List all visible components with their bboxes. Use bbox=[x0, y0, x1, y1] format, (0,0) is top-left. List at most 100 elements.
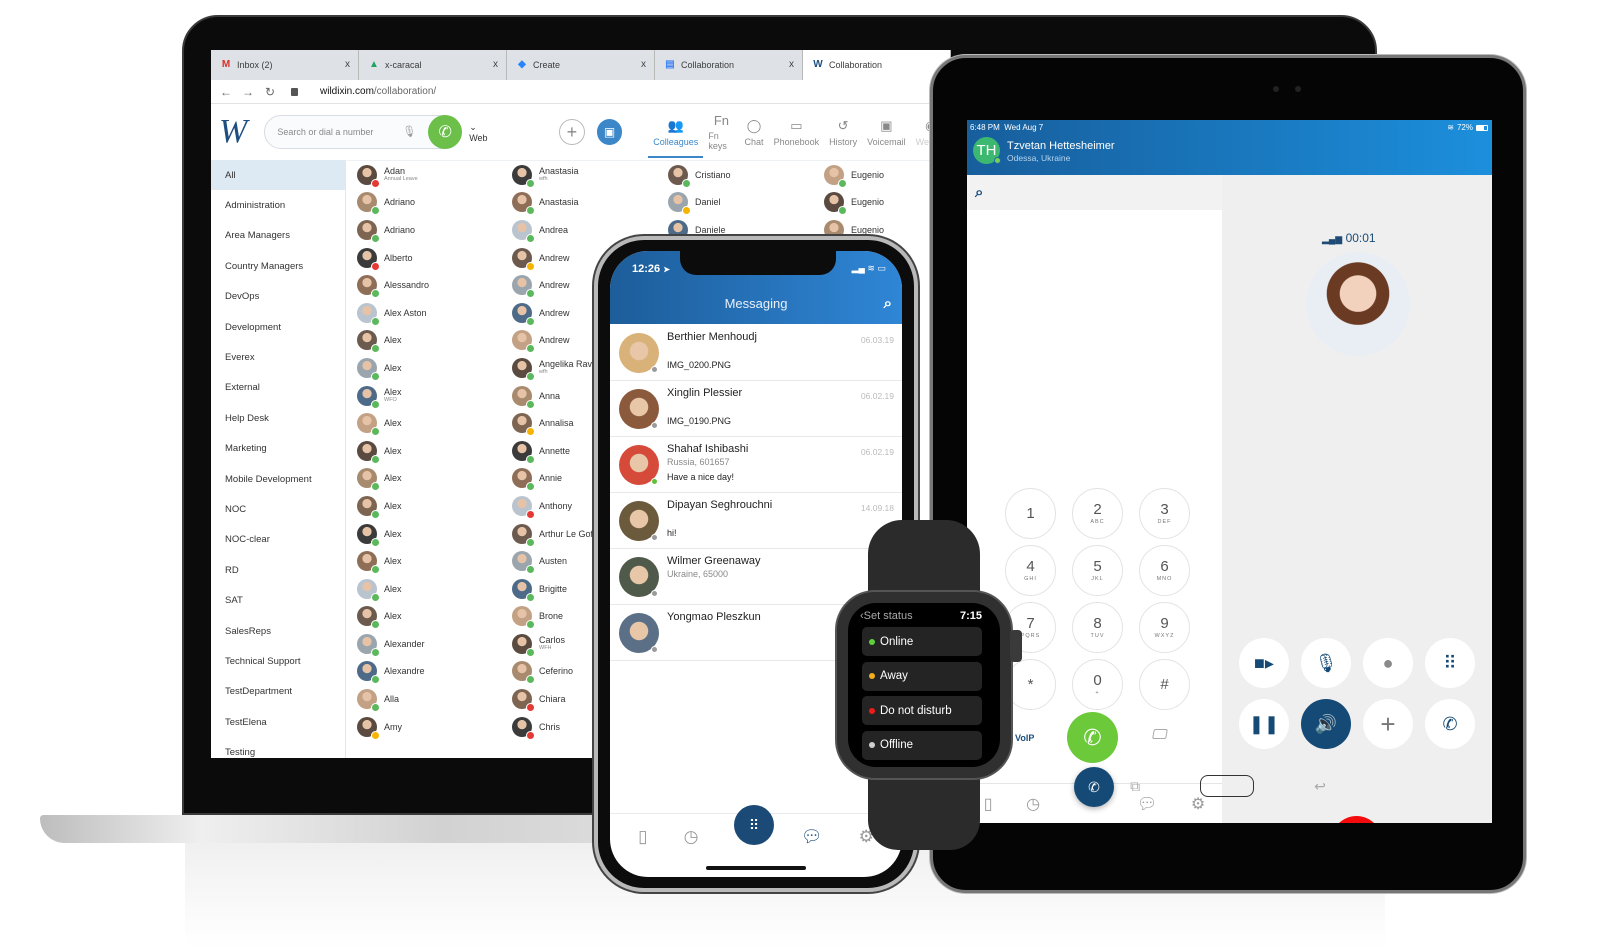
reload-icon[interactable]: ↻ bbox=[263, 85, 277, 99]
sidebar-item-area-managers[interactable]: Area Managers bbox=[211, 221, 345, 251]
sidebar-item-administration[interactable]: Administration bbox=[211, 190, 345, 220]
colleague-item[interactable]: Anastasia wfh bbox=[502, 161, 657, 189]
hangup-button[interactable]: ☎ bbox=[1331, 816, 1382, 823]
nav-tab-history[interactable]: ↺ History bbox=[824, 104, 862, 160]
url-field[interactable]: wildixin.com/collaboration/ bbox=[320, 86, 436, 97]
status-option-offline[interactable]: Offline bbox=[862, 730, 982, 760]
mute-button[interactable]: 🎙 bbox=[1301, 638, 1351, 688]
line-selector[interactable]: VoIP bbox=[1015, 733, 1034, 743]
sidebar-item-marketing[interactable]: Marketing bbox=[211, 434, 345, 464]
back-icon[interactable]: ← bbox=[219, 85, 233, 99]
status-option-online[interactable]: Online bbox=[862, 627, 982, 656]
colleague-item[interactable]: Alex bbox=[347, 354, 502, 382]
conference-button[interactable]: ▣ bbox=[596, 119, 623, 145]
nav-tab-phonebook[interactable]: ▭ Phonebook bbox=[769, 104, 825, 160]
backspace-icon[interactable] bbox=[1152, 729, 1168, 739]
sidebar-item-everex[interactable]: Everex bbox=[211, 342, 345, 372]
sidebar-item-country-managers[interactable]: Country Managers bbox=[211, 251, 345, 281]
transfer-button[interactable]: ✆ bbox=[1425, 699, 1475, 749]
sidebar-item-mobile-development[interactable]: Mobile Development bbox=[211, 464, 345, 494]
nav-tab-colleagues[interactable]: 👥 Colleagues bbox=[648, 104, 704, 160]
sidebar-item-testing[interactable]: Testing bbox=[211, 737, 345, 758]
sidebar-item-development[interactable]: Development bbox=[211, 312, 345, 342]
browser-tab[interactable]: ◆ Create x bbox=[507, 50, 655, 80]
dialpad-key-2[interactable]: 2 ABC bbox=[1072, 488, 1123, 539]
sidebar-item-all[interactable]: All bbox=[211, 160, 345, 191]
video-button[interactable]: ■▸ bbox=[1239, 638, 1289, 688]
colleague-item[interactable]: Alexandre bbox=[347, 658, 502, 686]
close-tab-icon[interactable]: x bbox=[345, 59, 350, 70]
dialpad-key-9[interactable]: 9 WXYZ bbox=[1139, 602, 1190, 653]
colleague-item[interactable]: Alex Aston bbox=[347, 299, 502, 327]
colleague-item[interactable]: Daniel bbox=[658, 189, 813, 217]
home-button[interactable] bbox=[1200, 775, 1255, 797]
sidebar-item-rd[interactable]: RD bbox=[211, 555, 345, 585]
colleague-item[interactable]: Alex bbox=[347, 520, 502, 548]
microphone-icon[interactable]: 🎙 bbox=[402, 125, 416, 138]
dialpad-key-8[interactable]: 8 TUV bbox=[1072, 602, 1123, 653]
browser-tab[interactable]: ▲ x-caracal x bbox=[359, 50, 507, 80]
search-icon[interactable]: ⌕ bbox=[975, 184, 983, 201]
sidebar-item-testelena[interactable]: TestElena bbox=[211, 707, 345, 737]
sidebar-item-help-desk[interactable]: Help Desk bbox=[211, 403, 345, 433]
colleague-item[interactable]: Alex bbox=[347, 547, 502, 575]
nav-tab-chat[interactable]: ◯ Chat bbox=[740, 104, 769, 160]
nav-tab-fn-keys[interactable]: Fn Fn keys bbox=[703, 104, 739, 160]
dialpad-key-1[interactable]: 1 bbox=[1005, 488, 1056, 539]
home-indicator[interactable] bbox=[706, 866, 806, 870]
close-tab-icon[interactable]: x bbox=[789, 59, 794, 70]
sidebar-item-testdepartment[interactable]: TestDepartment bbox=[211, 677, 345, 707]
colleague-item[interactable]: Alex WFO bbox=[347, 382, 502, 410]
colleague-item[interactable]: Alessandro bbox=[347, 271, 502, 299]
colleague-item[interactable]: Alberto bbox=[347, 244, 502, 272]
phonebook-icon[interactable]: ▯ bbox=[638, 827, 647, 847]
sidebar-item-salesreps[interactable]: SalesReps bbox=[211, 616, 345, 646]
message-item[interactable]: Dipayan Seghrouchni hi! 14.09.18 bbox=[610, 493, 902, 549]
message-item[interactable]: Shahaf Ishibashi Russia, 601657 Have a nic… bbox=[610, 437, 902, 493]
sidebar-item-sat[interactable]: SAT bbox=[211, 585, 345, 615]
dialpad-key-4[interactable]: 4 GHI bbox=[1005, 545, 1056, 596]
colleague-item[interactable]: Alex bbox=[347, 327, 502, 355]
sidebar-item-devops[interactable]: DevOps bbox=[211, 282, 345, 312]
colleague-item[interactable]: Adriano bbox=[347, 216, 502, 244]
dialpad-key-5[interactable]: 5 JKL bbox=[1072, 545, 1123, 596]
colleague-item[interactable]: Alex bbox=[347, 603, 502, 631]
recent-apps-icon[interactable]: ⧉ bbox=[1130, 778, 1140, 795]
status-option-away[interactable]: Away bbox=[862, 661, 982, 691]
colleague-item[interactable]: Alla bbox=[347, 685, 502, 713]
colleague-item[interactable]: Alex bbox=[347, 437, 502, 465]
dialpad-button[interactable]: ⠿ bbox=[1425, 638, 1475, 688]
browser-tab[interactable]: ▤ Collaboration x bbox=[655, 50, 803, 80]
speaker-button[interactable]: 🔊 bbox=[1301, 699, 1351, 749]
colleague-item[interactable]: Amy bbox=[347, 713, 502, 741]
dialpad-key-0[interactable]: 0 + bbox=[1072, 659, 1123, 710]
call-button[interactable]: ✆ bbox=[428, 115, 463, 149]
dialer-search[interactable]: ⌕ bbox=[967, 175, 1222, 210]
chat-icon[interactable]: 💬︎ bbox=[801, 827, 823, 847]
colleague-item[interactable]: Cristiano bbox=[658, 161, 813, 189]
status-option-do-not-disturb[interactable]: Do not disturb bbox=[862, 696, 982, 725]
watch-back-title[interactable]: ‹Set status bbox=[860, 610, 913, 622]
colleague-item[interactable]: Alexander bbox=[347, 630, 502, 658]
forward-icon[interactable]: → bbox=[241, 85, 255, 99]
dial-call-button[interactable]: ✆ bbox=[1067, 712, 1118, 763]
sidebar-item-noc-clear[interactable]: NOC-clear bbox=[211, 525, 345, 555]
browser-tab[interactable]: M Inbox (2) x bbox=[211, 50, 359, 80]
colleague-item[interactable]: Adan Annual Leave bbox=[347, 161, 502, 189]
search-icon[interactable]: ⌕ bbox=[884, 295, 892, 312]
dialpad-button[interactable]: ⠿ bbox=[734, 805, 774, 845]
history-icon[interactable]: ◷ bbox=[684, 827, 699, 847]
nav-tab-voicemail[interactable]: ▣ Voicemail bbox=[862, 104, 911, 160]
add-call-button[interactable]: + bbox=[1363, 699, 1413, 749]
close-tab-icon[interactable]: x bbox=[641, 59, 646, 70]
watch-crown[interactable] bbox=[1010, 630, 1022, 662]
back-icon[interactable]: ↩ bbox=[1314, 778, 1326, 795]
colleague-item[interactable]: Alex bbox=[347, 492, 502, 520]
hold-button[interactable]: ❚❚ bbox=[1239, 699, 1289, 749]
dialpad-key-hash[interactable]: # bbox=[1139, 659, 1190, 710]
colleague-item[interactable]: Anastasia bbox=[502, 189, 657, 217]
colleague-item[interactable]: Adriano bbox=[347, 189, 502, 217]
dialpad-key-6[interactable]: 6 MNO bbox=[1139, 545, 1190, 596]
message-item[interactable]: Xinglin Plessier IMG_0190.PNG 06.02.19 bbox=[610, 381, 902, 437]
device-selector[interactable]: ⌄ Web bbox=[469, 122, 497, 143]
